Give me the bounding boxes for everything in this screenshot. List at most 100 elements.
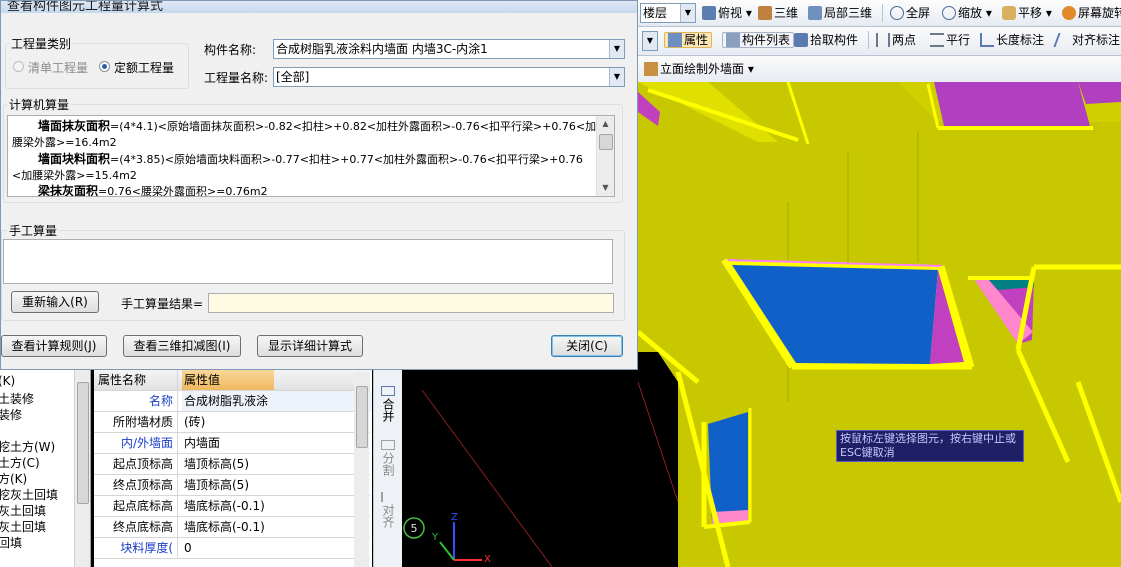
- rotate-screen-button[interactable]: 屏幕旋转: [1062, 4, 1121, 22]
- elevation-icon: [644, 62, 658, 76]
- property-name: 内/外墙面: [98, 433, 178, 453]
- scroll-down-icon[interactable]: ▼: [597, 180, 614, 196]
- tree-item[interactable]: 挖土方(W): [0, 438, 55, 455]
- property-value[interactable]: 墙底标高(-0.1): [182, 517, 372, 537]
- component-name-select[interactable]: 合成树脂乳液涂料内墙面 内墙3C-内涂1 ▼: [273, 39, 625, 59]
- two-points-button[interactable]: 两点: [876, 31, 916, 49]
- parallel-icon: [930, 33, 944, 47]
- property-value[interactable]: 墙底标高(-0.1): [182, 496, 372, 516]
- reenter-button[interactable]: 重新输入(R): [11, 291, 99, 313]
- pick-component-button[interactable]: 拾取构件: [794, 31, 858, 49]
- tree-item[interactable]: 灰土回填: [0, 518, 46, 535]
- calc-formula-box[interactable]: 墙面抹灰面积=(4*4.1)<原始墙面抹灰面积>-0.82<扣柱>+0.82<加…: [7, 115, 615, 197]
- manual-result-field[interactable]: [208, 293, 614, 313]
- tree-item[interactable]: 土方(C): [0, 454, 40, 471]
- property-grid-header: 属性名称 属性值: [94, 370, 370, 391]
- tree-item[interactable]: 装修: [0, 406, 22, 423]
- step-badge: 5: [410, 522, 418, 535]
- main-toolbar: 楼层 ▼ 俯视 ▾ 三维 局部三维 全屏 缩放 ▾ 平移 ▾ 屏幕旋转: [638, 0, 1121, 27]
- tree-scrollbar[interactable]: [74, 370, 90, 567]
- fullscreen-button[interactable]: 全屏: [890, 4, 930, 22]
- tree-item[interactable]: 回填: [0, 534, 22, 551]
- chevron-down-icon: ▼: [643, 32, 657, 50]
- pan-button[interactable]: 平移 ▾: [1002, 4, 1052, 22]
- elevation-draw-dropdown[interactable]: 立面绘制外墙面 ▾: [644, 60, 754, 78]
- view-3d-deduction-button[interactable]: 查看三维扣减图(I): [123, 335, 241, 357]
- view-rules-button[interactable]: 查看计算规则(J): [1, 335, 107, 357]
- three-d-button[interactable]: 三维: [758, 4, 798, 22]
- property-name: 终点底标高: [98, 517, 178, 537]
- local-3d-icon: [808, 6, 822, 20]
- component-name-value: 合成树脂乳液涂料内墙面 内墙3C-内涂1: [276, 42, 488, 56]
- scroll-thumb[interactable]: [77, 382, 89, 504]
- secondary-toolbar: ▼ 属性 构件列表 拾取构件 两点 平行 长度标注 对齐标注: [638, 27, 1121, 56]
- calc-line: 腰梁外露>=16.4m2: [12, 136, 117, 150]
- align-button[interactable]: 对齐: [374, 492, 402, 531]
- property-row[interactable]: 名称 合成树脂乳液涂: [94, 391, 372, 412]
- component-list-label: 构件列表: [742, 33, 791, 47]
- radio-quota-qty[interactable]: [99, 61, 110, 72]
- local-3d-button[interactable]: 局部三维: [808, 4, 872, 22]
- show-detail-button[interactable]: 显示详细计算式: [257, 335, 363, 357]
- length-dim-button[interactable]: 长度标注: [980, 31, 1044, 49]
- floor-select[interactable]: 楼层 ▼: [640, 3, 696, 23]
- close-button[interactable]: 关闭(C): [551, 335, 623, 357]
- split-label: 分割: [381, 452, 395, 476]
- calc-line: <加腰梁外露>=15.4m2: [12, 169, 137, 183]
- top-view-icon: [702, 6, 716, 20]
- header-name: 属性名称: [98, 370, 178, 390]
- tree-item[interactable]: 灰土回填: [0, 502, 46, 519]
- property-value[interactable]: 内墙面: [182, 433, 372, 453]
- properties-toggle[interactable]: 属性: [664, 31, 713, 49]
- tree-item[interactable]: 挖灰土回填: [0, 486, 58, 503]
- property-row[interactable]: 终点顶标高 墙顶标高(5): [94, 475, 370, 496]
- view-top-button[interactable]: 俯视 ▾: [702, 4, 752, 22]
- property-value[interactable]: 墙顶标高(5): [182, 475, 372, 495]
- component-list-toggle[interactable]: 构件列表: [722, 31, 795, 49]
- merge-button[interactable]: 合并: [374, 386, 402, 425]
- property-row[interactable]: 起点底标高 墙底标高(-0.1): [94, 496, 370, 517]
- fullscreen-label: 全屏: [906, 6, 931, 20]
- property-value[interactable]: 合成树脂乳液涂: [182, 391, 372, 411]
- property-row[interactable]: 内/外墙面 内墙面: [94, 433, 370, 454]
- parallel-button[interactable]: 平行: [930, 31, 970, 49]
- manual-input-box[interactable]: [3, 239, 613, 284]
- calc-scrollbar[interactable]: ▲ ▼: [596, 116, 614, 196]
- property-row[interactable]: 所附墙材质 (砖): [94, 412, 370, 433]
- calc-line-title: 梁抹灰面积: [38, 184, 99, 197]
- two-points-label: 两点: [892, 33, 917, 47]
- property-row[interactable]: 块料厚度(0: [94, 538, 370, 559]
- component-name-label: 构件名称:: [204, 43, 257, 57]
- tree-item[interactable]: 土装修: [0, 390, 34, 407]
- properties-icon: [668, 33, 682, 47]
- tree-item[interactable]: 方(K): [0, 470, 27, 487]
- split-button[interactable]: 分割: [374, 440, 402, 479]
- scroll-thumb[interactable]: [356, 386, 368, 448]
- scroll-thumb[interactable]: [599, 134, 613, 150]
- tree-item[interactable]: (K): [0, 374, 15, 388]
- manual-group-label: 手工算量: [7, 222, 60, 239]
- canvas-region[interactable]: Z X Y 5: [402, 370, 638, 567]
- property-value[interactable]: 0: [182, 538, 372, 558]
- merge-label: 合并: [381, 398, 395, 422]
- header-value: 属性值: [182, 370, 274, 390]
- property-value[interactable]: (砖): [182, 412, 372, 432]
- length-dim-icon: [980, 33, 994, 47]
- calc-line-text: =0.76<腰梁外露面积>=0.76m2: [98, 185, 268, 197]
- property-row[interactable]: 终点底标高 墙底标高(-0.1): [94, 517, 370, 538]
- qty-name-select[interactable]: [全部] ▼: [273, 67, 625, 87]
- property-row[interactable]: 起点顶标高 墙顶标高(5): [94, 454, 370, 475]
- axis-gizmo: Z X Y: [403, 389, 553, 567]
- zoom-button[interactable]: 缩放 ▾: [942, 4, 992, 22]
- radio-list-qty[interactable]: [13, 61, 24, 72]
- elevation-draw-label: 立面绘制外墙面: [660, 62, 745, 76]
- aligned-dim-button[interactable]: 对齐标注: [1053, 31, 1121, 49]
- aligned-dim-label: 对齐标注: [1072, 33, 1121, 47]
- dialog-titlebar[interactable]: 查看构件图元工程量计算式: [1, 1, 637, 13]
- property-value[interactable]: 墙顶标高(5): [182, 454, 372, 474]
- property-scrollbar[interactable]: [354, 372, 369, 567]
- merge-icon: [381, 386, 395, 396]
- mode-dropdown[interactable]: ▼: [642, 31, 658, 51]
- 3d-viewport[interactable]: [638, 82, 1121, 567]
- scroll-up-icon[interactable]: ▲: [597, 116, 614, 132]
